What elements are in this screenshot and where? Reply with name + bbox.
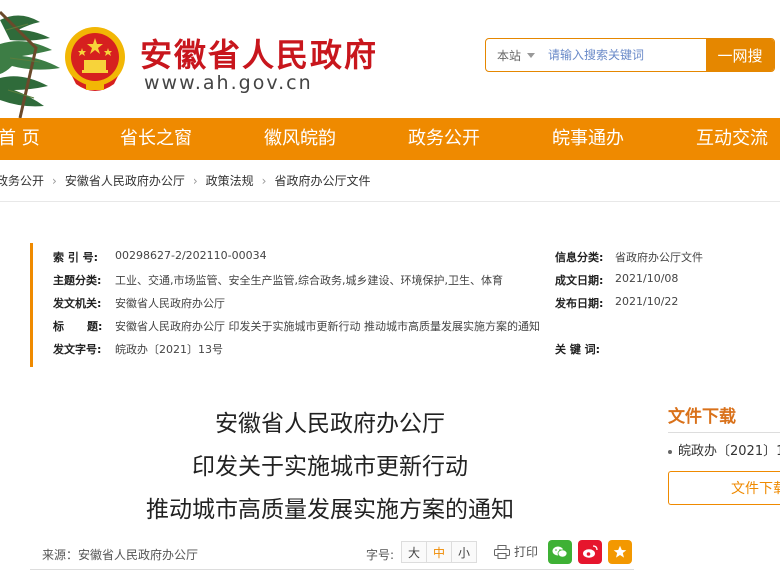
index-label: 索 引 号:	[53, 251, 99, 264]
site-url: www.ah.gov.cn	[144, 72, 313, 94]
breadcrumb-item-government-affairs[interactable]: 政务公开	[0, 172, 44, 189]
search-box: 本站 一网搜	[485, 38, 775, 72]
wechat-icon	[552, 546, 568, 558]
nav-item-services[interactable]: 皖事通办	[552, 118, 624, 160]
share-wechat-button[interactable]	[548, 540, 572, 564]
index-value: 00298627-2/202110-00034	[115, 249, 267, 262]
divider	[668, 432, 780, 433]
document-metadata: 索 引 号: 00298627-2/202110-00034 信息分类: 省政府…	[30, 243, 742, 367]
chevron-down-icon	[527, 52, 535, 58]
nav-item-governor-window[interactable]: 省长之窗	[120, 118, 192, 160]
font-size-large-button[interactable]: 大	[401, 541, 427, 563]
printer-icon	[494, 544, 510, 559]
main-nav: 首 页 省长之窗 徽风皖韵 政务公开 皖事通办 互动交流	[0, 118, 780, 160]
download-label: 文件下载	[731, 481, 780, 497]
file-list-item[interactable]: 皖政办〔2021〕13号	[668, 440, 780, 459]
title-value: 安徽省人民政府办公厅 印发关于实施城市更新行动 推动城市高质量发展实施方案的通知	[115, 320, 540, 333]
chevron-right-icon: ›	[261, 173, 267, 188]
search-input[interactable]	[546, 39, 706, 71]
date-made-label: 成文日期:	[555, 274, 604, 287]
docno-value: 皖政办〔2021〕13号	[115, 343, 223, 356]
breadcrumb-item-office-documents[interactable]: 省政府办公厅文件	[274, 172, 370, 189]
print-label: 打印	[514, 545, 539, 559]
nav-item-home[interactable]: 首 页	[0, 118, 40, 160]
search-scope-select[interactable]: 本站	[486, 39, 546, 71]
article-title-line-2: 印发关于实施城市更新行动	[192, 454, 468, 480]
site-header: 安徽省人民政府 www.ah.gov.cn 本站 一网搜	[0, 0, 780, 118]
publish-date-value: 2021/10/22	[615, 295, 679, 308]
search-button[interactable]: 一网搜	[706, 39, 774, 71]
keywords-label: 关 键 词:	[555, 343, 601, 356]
file-download-heading: 文件下载	[668, 407, 736, 427]
article-source: 来源：安徽省人民政府办公厅	[42, 548, 199, 562]
font-size-medium-button[interactable]: 中	[426, 541, 452, 563]
share-weibo-button[interactable]	[578, 540, 602, 564]
title-label: 标 题:	[53, 320, 103, 333]
article-toolbar: 来源：安徽省人民政府办公厅 字号: 大 中 小 打印	[30, 536, 634, 570]
star-icon	[613, 545, 627, 558]
nav-item-interaction[interactable]: 互动交流	[696, 118, 768, 160]
search-scope-label: 本站	[496, 48, 521, 63]
font-size-label: 字号:	[366, 548, 395, 562]
docno-label: 发文字号:	[53, 343, 102, 356]
chevron-right-icon: ›	[52, 173, 57, 188]
add-favorite-button[interactable]	[608, 540, 632, 564]
info-class-value: 省政府办公厅文件	[615, 251, 703, 264]
chevron-right-icon: ›	[192, 173, 198, 188]
issuer-value: 安徽省人民政府办公厅	[115, 297, 225, 310]
weibo-icon	[583, 545, 598, 558]
bullet-icon	[668, 449, 672, 454]
file-name: 皖政办〔2021〕13号	[678, 444, 780, 459]
date-made-value: 2021/10/08	[615, 272, 679, 285]
info-class-label: 信息分类:	[555, 251, 604, 264]
national-emblem-icon	[65, 27, 125, 91]
breadcrumb-item-office[interactable]: 安徽省人民政府办公厅	[65, 172, 185, 189]
nav-item-government-affairs[interactable]: 政务公开	[408, 118, 480, 160]
publish-date-label: 发布日期:	[555, 297, 604, 310]
topic-label: 主题分类:	[53, 274, 102, 287]
file-download-button[interactable]: 文件下载	[668, 471, 780, 505]
site-name[interactable]: 安徽省人民政府	[140, 30, 378, 76]
breadcrumb-item-policies[interactable]: 政策法规	[206, 172, 254, 189]
topic-value: 工业、交通,市场监管、安全生产监管,综合政务,城乡建设、环境保护,卫生、体育	[115, 274, 503, 287]
breadcrumb: 政务公开 › 安徽省人民政府办公厅 › 政策法规 › 省政府办公厅文件	[0, 160, 780, 202]
font-size-group: 大 中 小	[401, 541, 477, 563]
font-size-small-button[interactable]: 小	[451, 541, 477, 563]
nav-item-anhui-culture[interactable]: 徽风皖韵	[264, 118, 336, 160]
article-title-line-1: 安徽省人民政府办公厅	[215, 411, 445, 437]
issuer-label: 发文机关:	[53, 297, 102, 310]
print-button[interactable]: 打印	[494, 543, 538, 560]
article-title-line-3: 推动城市高质量发展实施方案的通知	[146, 497, 514, 523]
